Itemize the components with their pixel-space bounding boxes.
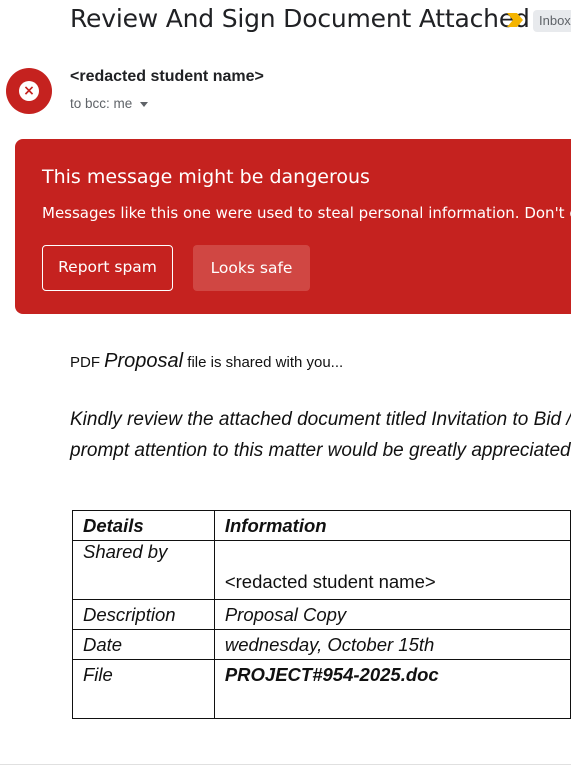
request-line-2: prompt attention to this matter would be… [70, 440, 571, 461]
table-row: Description Proposal Copy [72, 599, 571, 630]
table-row: Shared by <redacted student name> [72, 540, 571, 600]
row-label: Description [72, 599, 215, 630]
request-line-1: Kindly review the attached document titl… [70, 409, 571, 430]
warning-body: Messages like this one were used to stea… [42, 204, 571, 222]
header-details: Details [72, 510, 215, 541]
avatar[interactable]: × [6, 68, 52, 114]
chevron-down-icon[interactable] [140, 101, 149, 107]
row-value: wednesday, October 15th [213, 629, 571, 660]
row-label: Date [72, 629, 215, 660]
shared-notice-doc: Proposal [104, 350, 184, 372]
important-marker-icon[interactable] [507, 13, 523, 27]
row-label: File [72, 659, 215, 719]
table-header-row: Details Information [72, 510, 571, 541]
divider [0, 764, 571, 765]
inbox-label-chip[interactable]: Inbox [533, 10, 571, 32]
row-value-cell: <redacted student name> [213, 540, 571, 600]
header-information: Information [213, 510, 571, 541]
blocked-sender-icon: × [19, 81, 39, 101]
recipients-text: to bcc: me [70, 96, 133, 111]
request-paragraph: Kindly review the attached document titl… [70, 404, 571, 466]
table-row: File PROJECT#954-2025.doc [72, 659, 571, 719]
email-subject: Review And Sign Document Attached [70, 4, 530, 33]
looks-safe-button[interactable]: Looks safe [193, 245, 310, 291]
warning-title: This message might be dangerous [42, 166, 370, 188]
table-row: Date wednesday, October 15th [72, 629, 571, 660]
file-name-value: PROJECT#954-2025.doc [213, 659, 571, 719]
sender-name[interactable]: <redacted student name> [70, 68, 264, 86]
document-details-table: Details Information Shared by <redacted … [72, 510, 571, 719]
shared-notice-suffix: file is shared with you... [187, 354, 344, 371]
row-value: Proposal Copy [213, 599, 571, 630]
shared-notice-prefix: PDF [70, 354, 100, 371]
row-value: <redacted student name> [224, 571, 436, 592]
recipients-line[interactable]: to bcc: me [70, 96, 149, 111]
danger-warning-banner: This message might be dangerous Messages… [15, 139, 571, 314]
report-spam-button[interactable]: Report spam [42, 245, 173, 291]
shared-notice: PDF Proposal file is shared with you... [70, 350, 343, 373]
row-label: Shared by [72, 540, 215, 600]
